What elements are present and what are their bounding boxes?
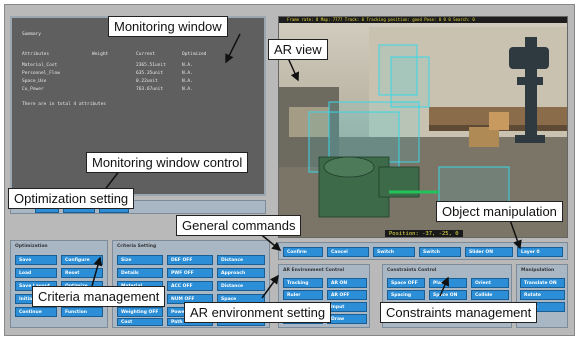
callout-ar-environment-setting: AR environment setting [184, 302, 332, 323]
callout-ar-view: AR view [268, 39, 328, 60]
callout-monitoring-control: Monitoring window control [86, 152, 249, 173]
callout-monitoring-window: Monitoring window [108, 16, 228, 37]
callout-object-manipulation: Object manipulation [436, 201, 563, 222]
callout-constraints-management: Constraints management [380, 302, 538, 323]
callout-criteria-management: Criteria management [32, 286, 166, 307]
callout-general-commands: General commands [176, 215, 302, 236]
callout-optimization-setting: Optimization setting [8, 188, 135, 209]
